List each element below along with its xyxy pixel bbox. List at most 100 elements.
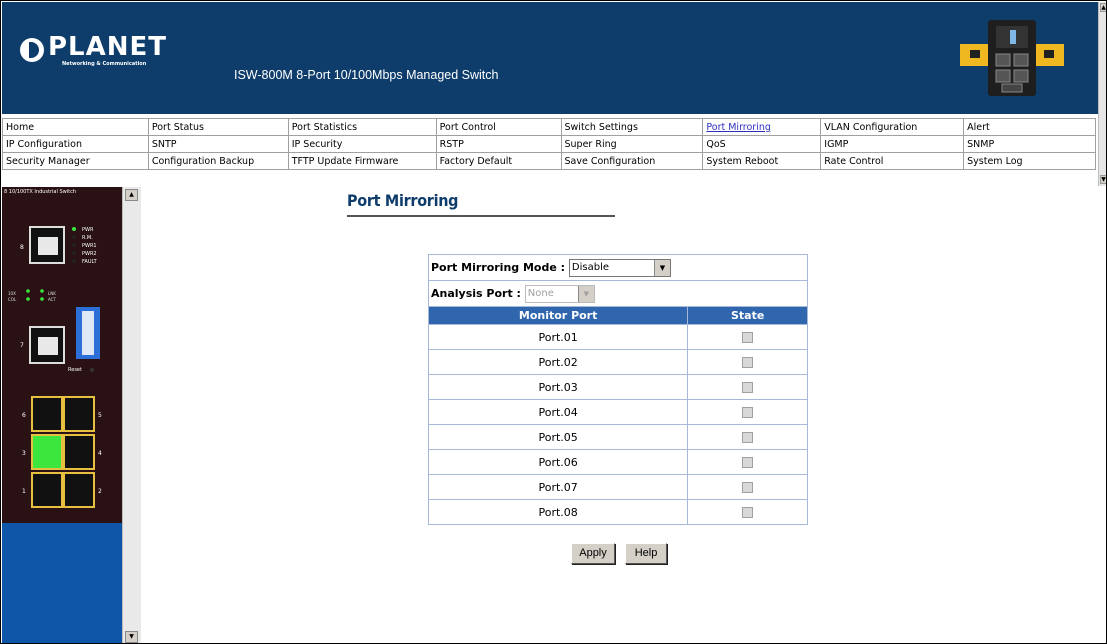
device-panel: 8 PWR R.M. PWR1 PWR2 FAULT 10X COL LNK A… (2, 187, 141, 643)
header-banner: PLANET Networking & Communication ISW-80… (2, 2, 1098, 114)
switch-device-icon (960, 20, 1064, 96)
nav-item-label: QoS (706, 138, 726, 150)
table-row: Port.06 (427, 449, 808, 475)
svg-text:2: 2 (98, 488, 102, 495)
nav-item-label: SNMP (967, 138, 995, 150)
state-cell (687, 499, 808, 525)
nav-item-home[interactable]: Home (2, 118, 149, 136)
nav-item-rate-control[interactable]: Rate Control (820, 152, 965, 170)
led-label-pwr2: PWR2 (82, 251, 97, 257)
state-checkbox[interactable] (742, 357, 754, 368)
nav-item-configuration-backup[interactable]: Configuration Backup (147, 152, 289, 170)
state-cell (687, 399, 808, 425)
nav-item-rstp[interactable]: RSTP (435, 135, 562, 153)
nav-item-label: Alert (967, 121, 990, 133)
svg-text:4: 4 (98, 450, 102, 457)
product-title: ISW-800M 8-Port 10/100Mbps Managed Switc… (234, 68, 499, 82)
svg-text:LNK: LNK (48, 291, 56, 296)
nav-item-label: IP Configuration (6, 138, 82, 150)
nav-item-label: VLAN Configuration (824, 121, 918, 133)
state-checkbox[interactable] (742, 432, 754, 443)
table-row: Port.03 (427, 374, 808, 400)
chevron-down-icon[interactable]: ▼ (577, 285, 594, 302)
nav-item-alert[interactable]: Alert (963, 118, 1096, 136)
scroll-up-icon[interactable]: ▲ (1100, 3, 1106, 12)
panel-scroll-down-icon[interactable]: ▼ (125, 631, 138, 643)
nav-item-vlan-configuration[interactable]: VLAN Configuration (820, 118, 965, 136)
window-scrollbar[interactable]: ▲ ▼ (1098, 2, 1106, 186)
column-header-monitor: Monitor Port (427, 306, 689, 325)
nav-item-port-control[interactable]: Port Control (435, 118, 562, 136)
nav-item-label: System Log (967, 155, 1023, 167)
state-checkbox[interactable] (742, 482, 754, 493)
svg-text:6: 6 (22, 412, 26, 419)
state-cell (687, 349, 808, 375)
nav-item-system-log[interactable]: System Log (963, 152, 1096, 170)
svg-text:1: 1 (22, 488, 26, 495)
table-row: Port.05 (427, 424, 808, 450)
state-checkbox[interactable] (742, 382, 754, 393)
mode-select-value: Disable (571, 261, 610, 273)
analysis-label: Analysis Port : (431, 286, 521, 300)
nav-item-save-configuration[interactable]: Save Configuration (560, 152, 704, 170)
svg-text:ACT: ACT (48, 297, 56, 302)
nav-item-tftp-update-firmware[interactable]: TFTP Update Firmware (287, 152, 437, 170)
planet-logo-icon (20, 38, 44, 62)
analysis-row: Analysis Port : None ▼ (428, 280, 808, 307)
nav-item-ip-configuration[interactable]: IP Configuration (2, 135, 149, 153)
state-cell (687, 449, 808, 475)
nav-item-port-status[interactable]: Port Status (147, 118, 289, 136)
nav-row: IP Configuration SNTP IP Security RSTP Super… (2, 135, 1096, 153)
chevron-down-icon[interactable]: ▼ (653, 259, 670, 276)
nav-item-label: SNTP (151, 138, 177, 150)
panel-label: 8 10/100TX Industrial Switch (4, 189, 76, 195)
state-cell (687, 424, 808, 450)
nav-menu: Home Port Status Port Statistics Port Contr… (2, 118, 1096, 170)
nav-item-factory-default[interactable]: Factory Default (435, 152, 562, 170)
led-label-pwr1: PWR1 (82, 243, 97, 249)
panel-scrollbar[interactable]: ▲ ▼ (122, 187, 141, 643)
nav-row: Security Manager Configuration Backup TFTP… (2, 152, 1096, 170)
apply-button[interactable]: Apply (571, 543, 615, 564)
analysis-select-value: None (527, 287, 554, 299)
nav-item-super-ring[interactable]: Super Ring (560, 135, 704, 153)
nav-item-label: Rate Control (824, 155, 884, 167)
nav-item-security-manager[interactable]: Security Manager (2, 152, 149, 170)
nav-item-label: Security Manager (6, 155, 90, 167)
port-name: Port.03 (427, 374, 689, 400)
nav-item-label: Switch Settings (564, 121, 638, 133)
nav-item-system-reboot[interactable]: System Reboot (702, 152, 822, 170)
state-cell (687, 474, 808, 500)
port-name: Port.08 (427, 499, 689, 525)
table-row: Port.01 (427, 324, 808, 350)
nav-item-sntp[interactable]: SNTP (147, 135, 289, 153)
mode-row: Port Mirroring Mode : Disable ▼ (428, 254, 808, 281)
nav-item-qos[interactable]: QoS (702, 135, 822, 153)
svg-text:10X: 10X (8, 291, 16, 296)
nav-item-port-statistics[interactable]: Port Statistics (287, 118, 437, 136)
nav-item-ip-security[interactable]: IP Security (287, 135, 437, 153)
panel-scroll-up-icon[interactable]: ▲ (125, 189, 138, 201)
nav-item-igmp[interactable]: IGMP (820, 135, 965, 153)
table-row: Port.02 (427, 349, 808, 375)
state-checkbox[interactable] (742, 407, 754, 418)
state-checkbox[interactable] (742, 457, 754, 468)
state-checkbox[interactable] (742, 332, 754, 343)
nav-item-snmp[interactable]: SNMP (963, 135, 1096, 153)
help-button[interactable]: Help (625, 543, 667, 564)
nav-item-label: RSTP (439, 138, 464, 150)
analysis-select[interactable]: None ▼ (524, 284, 595, 303)
led-label-pwr: PWR (82, 227, 94, 233)
logo-subtext: Networking & Communication (62, 61, 147, 67)
nav-item-label: Port Mirroring (706, 121, 771, 133)
nav-item-switch-settings[interactable]: Switch Settings (560, 118, 704, 136)
state-checkbox[interactable] (742, 507, 754, 518)
svg-text:3: 3 (22, 450, 26, 457)
svg-text:5: 5 (98, 412, 102, 419)
nav-row: Home Port Status Port Statistics Port Contr… (2, 118, 1096, 136)
led-label-rm: R.M. (82, 235, 93, 241)
mode-label: Port Mirroring Mode : (431, 260, 566, 274)
scroll-down-icon[interactable]: ▼ (1100, 175, 1106, 184)
mode-select[interactable]: Disable ▼ (568, 258, 671, 277)
nav-item-port-mirroring[interactable]: Port Mirroring (702, 118, 822, 136)
